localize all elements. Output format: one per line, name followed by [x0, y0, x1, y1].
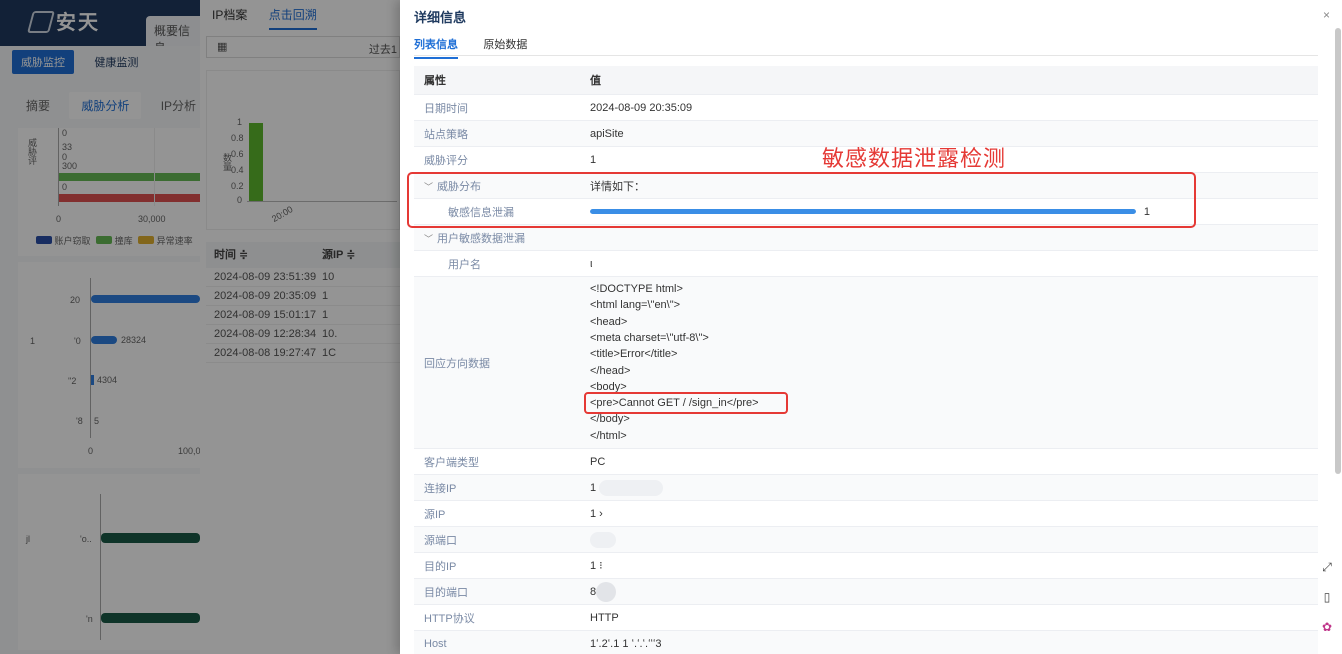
row-value: PC	[590, 455, 606, 468]
row-key: 客户端类型	[424, 456, 479, 469]
redaction-blur	[596, 581, 617, 602]
code-line: <meta charset=\"utf-8\">	[590, 331, 709, 344]
code-line: <html lang=\"en\">	[590, 299, 681, 312]
row-value: 1 ⁝	[590, 560, 603, 572]
row-value: apiSite	[590, 127, 624, 140]
row-value: 1ʻ.2ʻ.1 1 ʻ.ʻ.ʻ.ʻʻʻ3	[590, 637, 662, 650]
row-value: 1 ›	[590, 507, 603, 520]
drawer-tabs: 列表信息 原始数据	[414, 36, 1318, 59]
table-row-user-leak[interactable]: ﹀ 用户敏感数据泄漏	[414, 225, 1318, 251]
scrollbar[interactable]	[1335, 28, 1341, 474]
row-key: 连接IP	[424, 482, 457, 495]
row-key: 威胁评分	[424, 154, 468, 167]
table-row: 源端口	[414, 527, 1318, 553]
code-line: </head>	[590, 364, 631, 377]
modal-overlay[interactable]	[0, 0, 400, 654]
table-row: 目的端口 8	[414, 579, 1318, 605]
side-toolbar: ⤢ ▯ ✿	[1318, 560, 1340, 650]
row-value: 8	[590, 581, 1318, 602]
brain-icon[interactable]: ✿	[1318, 620, 1336, 638]
row-key: 回应方向数据	[424, 357, 490, 370]
row-value	[590, 531, 1318, 548]
code-line: <!DOCTYPE html>	[590, 283, 683, 296]
table-row: 用户名 ι	[414, 251, 1318, 277]
row-key: 源端口	[424, 534, 457, 547]
table-row: Host 1ʻ.2ʻ.1 1 ʻ.ʻ.ʻ.ʻʻʻ3	[414, 631, 1318, 654]
translate-icon[interactable]: ⤢	[1318, 560, 1336, 578]
row-key: 日期时间	[424, 102, 468, 115]
table-row: 日期时间 2024-08-09 20:35:09	[414, 95, 1318, 121]
response-body: <!DOCTYPE html> <html lang=\"en\"> <head…	[590, 281, 1318, 444]
row-value: HTTP	[590, 611, 619, 624]
table-row: 源IP 1 ›	[414, 501, 1318, 527]
tab-raw-data[interactable]: 原始数据	[483, 36, 527, 57]
row-key: 站点策略	[424, 128, 468, 141]
code-line: </html>	[590, 429, 627, 442]
table-row: HTTP协议 HTTP	[414, 605, 1318, 631]
annotation-box-response	[584, 392, 788, 414]
header-attribute: 属性	[424, 75, 446, 87]
row-key: HTTP协议	[424, 612, 475, 625]
book-icon[interactable]: ▯	[1318, 590, 1336, 608]
table-row: 目的IP 1 ⁝	[414, 553, 1318, 579]
row-value: 2024-08-09 20:35:09	[590, 101, 693, 114]
header-value: 值	[590, 75, 601, 87]
table-row: 客户端类型 PC	[414, 449, 1318, 475]
row-key: ﹀ 用户敏感数据泄漏	[424, 232, 526, 245]
table-row-response: 回应方向数据 <!DOCTYPE html> <html lang=\"en\"…	[414, 277, 1318, 449]
row-key: Host	[424, 637, 447, 650]
row-value: 1	[590, 479, 1318, 496]
row-key: 目的端口	[424, 586, 468, 599]
table-row: 连接IP 1	[414, 475, 1318, 501]
tab-list-info[interactable]: 列表信息	[414, 36, 458, 59]
row-value: ι	[590, 257, 593, 270]
code-line: <title>Error</title>	[590, 348, 678, 361]
code-line: <head>	[590, 315, 628, 328]
row-key: 目的IP	[424, 560, 457, 573]
annotation-text: 敏感数据泄露检测	[822, 146, 1007, 171]
redaction-blur	[599, 479, 664, 496]
table-header: 属性 值	[414, 66, 1318, 95]
close-icon[interactable]: ×	[1323, 8, 1330, 22]
drawer-title: 详细信息	[414, 10, 467, 25]
row-key: 源IP	[424, 508, 446, 521]
annotation-box-threat	[407, 172, 1196, 228]
chevron-down-icon[interactable]: ﹀	[424, 232, 433, 245]
redaction-blur	[590, 531, 616, 548]
row-key: 用户名	[448, 258, 481, 271]
